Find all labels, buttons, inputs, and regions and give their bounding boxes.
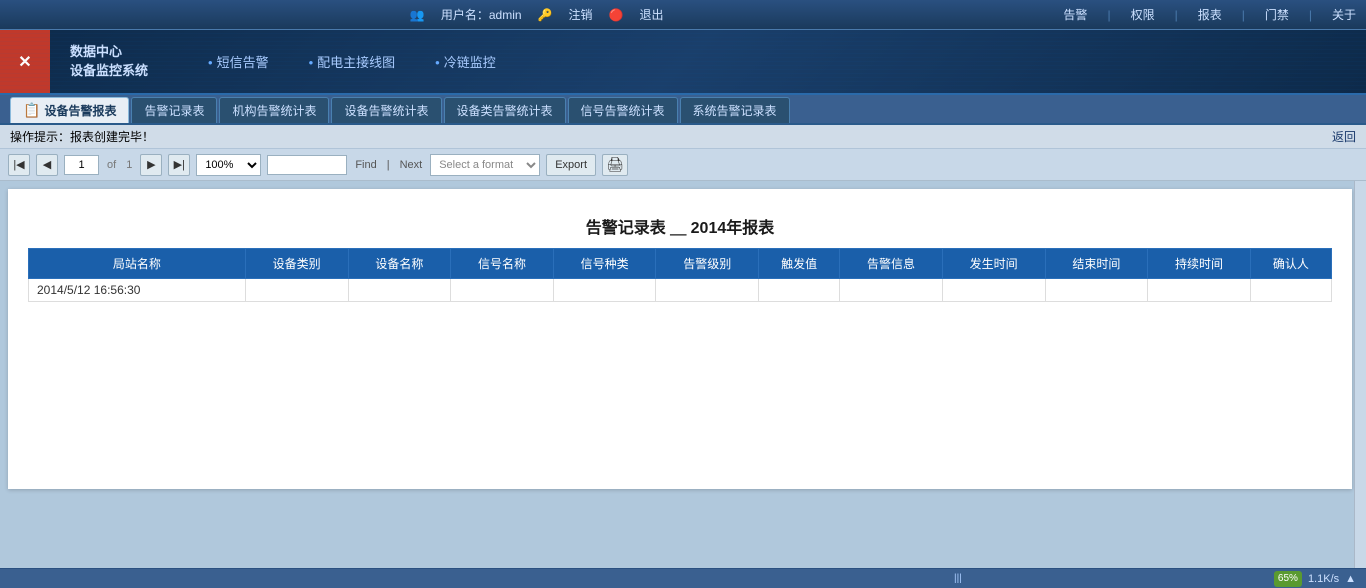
row-device-name xyxy=(348,279,451,302)
col-header-signal-name: 信号名称 xyxy=(451,249,554,279)
col-header-station: 局站名称 xyxy=(29,249,246,279)
status-bar: ||| 65% 1.1K/s ▲ xyxy=(0,568,1366,588)
username-label: 用户名：admin xyxy=(441,6,522,23)
exit-btn[interactable]: 退出 xyxy=(639,6,663,23)
find-label: Find xyxy=(355,159,376,171)
viewer-toolbar: |◀ ◀ of 1 ▶ ▶| 100% 75% 50% 150% 200% Fi… xyxy=(0,149,1366,181)
up-arrow-icon: ▲ xyxy=(1345,573,1356,585)
next-page-btn[interactable]: ▶ xyxy=(140,154,162,176)
top-nav-about[interactable]: 关于 xyxy=(1332,6,1356,23)
sep3: | xyxy=(1242,8,1245,22)
col-header-device-name: 设备名称 xyxy=(348,249,451,279)
row-signal-type xyxy=(553,279,656,302)
tab-device-alarm-stats[interactable]: 设备告警统计表 xyxy=(331,97,441,123)
report-title: 告警记录表 ＿ 2014年报表 xyxy=(28,199,1332,248)
table-header-row: 局站名称 设备类别 设备名称 信号名称 信号种类 告警级别 触发值 告警信息 发… xyxy=(29,249,1332,279)
top-header: 👥 用户名：admin 🔑 注销 🔴 退出 告警 | 权限 | 报表 | 门禁 … xyxy=(0,0,1366,30)
row-trigger-val xyxy=(759,279,840,302)
tab-org-alarm-stats[interactable]: 机构告警统计表 xyxy=(219,97,329,123)
exit-icon: 🔴 xyxy=(609,8,624,22)
row-device-type xyxy=(245,279,348,302)
tab-device-type-alarm-stats[interactable]: 设备类告警统计表 xyxy=(444,97,566,123)
table-row: 2014/5/12 16:56:30 xyxy=(29,279,1332,302)
col-header-alarm-level: 告警级别 xyxy=(656,249,759,279)
row-alarm-info xyxy=(840,279,943,302)
hint-text: 操作提示：报表创建完毕！ xyxy=(10,128,154,145)
hint-bar: 操作提示：报表创建完毕！ 返回 xyxy=(0,125,1366,149)
first-page-btn[interactable]: |◀ xyxy=(8,154,30,176)
format-select[interactable]: Select a format PDF Excel Word CSV xyxy=(430,154,540,176)
page-total-label: 1 xyxy=(126,159,132,171)
tab-system-alarm-record[interactable]: 系统告警记录表 xyxy=(680,97,790,123)
row-datetime: 2014/5/12 16:56:30 xyxy=(29,279,246,302)
col-header-device-type: 设备类别 xyxy=(245,249,348,279)
tab-label-signal-alarm: 信号告警统计表 xyxy=(581,102,665,119)
col-header-trigger-val: 触发值 xyxy=(759,249,840,279)
return-btn[interactable]: 返回 xyxy=(1332,128,1356,145)
network-info: 65% 1.1K/s ▲ xyxy=(1274,571,1356,587)
col-header-confirmer: 确认人 xyxy=(1250,249,1331,279)
tab-label-org-alarm: 机构告警统计表 xyxy=(232,102,316,119)
tab-label-device-alarm: 设备告警报表 xyxy=(44,102,116,119)
network-speed: 1.1K/s xyxy=(1308,573,1339,585)
tab-signal-alarm-stats[interactable]: 信号告警统计表 xyxy=(568,97,678,123)
user-icon: 👥 xyxy=(410,8,425,22)
col-header-duration: 持续时间 xyxy=(1148,249,1251,279)
main-content: 操作提示：报表创建完毕！ 返回 |◀ ◀ of 1 ▶ ▶| 100% 75% … xyxy=(0,125,1366,588)
row-alarm-level xyxy=(656,279,759,302)
last-page-btn[interactable]: ▶| xyxy=(168,154,190,176)
sep1: | xyxy=(1107,8,1110,22)
progress-indicator: 65% xyxy=(1274,571,1302,587)
report-content: 告警记录表 ＿ 2014年报表 局站名称 设备类别 设备名称 信号名称 信号种类… xyxy=(8,189,1352,489)
export-btn[interactable]: Export xyxy=(546,154,596,176)
top-nav: 告警 | 权限 | 报表 | 门禁 | 关于 xyxy=(1063,6,1356,23)
tab-label-system-alarm: 系统告警记录表 xyxy=(693,102,777,119)
tab-bar: 📋 设备告警报表 告警记录表 机构告警统计表 设备告警统计表 设备类告警统计表 … xyxy=(0,95,1366,125)
right-scrollbar[interactable] xyxy=(1354,181,1366,568)
tab-label-device-type: 设备类告警统计表 xyxy=(457,102,553,119)
prev-page-btn[interactable]: ◀ xyxy=(36,154,58,176)
tab-label-device-alarm-stats: 设备告警统计表 xyxy=(344,102,428,119)
top-nav-alarm[interactable]: 告警 xyxy=(1063,6,1087,23)
app-header: ✕ 数据中心 设备监控系统 •短信告警 •配电主接线图 •冷链监控 xyxy=(0,30,1366,95)
next-label[interactable]: Next xyxy=(400,159,423,171)
progress-text: 65% xyxy=(1278,573,1298,584)
top-nav-report[interactable]: 报表 xyxy=(1198,6,1222,23)
report-scroll-area[interactable]: 告警记录表 ＿ 2014年报表 局站名称 设备类别 设备名称 信号名称 信号种类… xyxy=(0,181,1366,568)
col-header-alarm-info: 告警信息 xyxy=(840,249,943,279)
find-input[interactable] xyxy=(267,155,347,175)
zoom-select[interactable]: 100% 75% 50% 150% 200% xyxy=(196,154,261,176)
report-table: 局站名称 设备类别 设备名称 信号名称 信号种类 告警级别 触发值 告警信息 发… xyxy=(28,248,1332,302)
row-start-time xyxy=(942,279,1045,302)
logout-icon: 🔑 xyxy=(538,8,553,22)
row-signal-name xyxy=(451,279,554,302)
logout-btn[interactable]: 注销 xyxy=(569,6,593,23)
tab-alarm-record[interactable]: 告警记录表 xyxy=(131,97,217,123)
separator-bar: | xyxy=(387,159,390,171)
sep2: | xyxy=(1175,8,1178,22)
page-of-label: of xyxy=(107,159,116,171)
sep4: | xyxy=(1309,8,1312,22)
top-nav-access[interactable]: 门禁 xyxy=(1265,6,1289,23)
page-number-input[interactable] xyxy=(64,155,99,175)
col-header-start-time: 发生时间 xyxy=(942,249,1045,279)
scroll-bar-indicator: ||| xyxy=(954,573,962,584)
row-confirmer xyxy=(1250,279,1331,302)
col-header-end-time: 结束时间 xyxy=(1045,249,1148,279)
col-header-signal-type: 信号种类 xyxy=(553,249,656,279)
tab-device-alarm-report[interactable]: 📋 设备告警报表 xyxy=(10,97,129,123)
row-end-time xyxy=(1045,279,1148,302)
header-bg-decoration xyxy=(0,30,1366,93)
top-nav-auth[interactable]: 权限 xyxy=(1131,6,1155,23)
scroll-indicator: ||| xyxy=(642,573,1274,584)
top-header-center: 👥 用户名：admin 🔑 注销 🔴 退出 xyxy=(410,6,664,23)
print-btn[interactable]: 🖨 xyxy=(602,154,628,176)
tab-label-alarm-record: 告警记录表 xyxy=(144,102,204,119)
row-duration xyxy=(1148,279,1251,302)
tab-icon-device-alarm: 📋 xyxy=(23,102,40,119)
